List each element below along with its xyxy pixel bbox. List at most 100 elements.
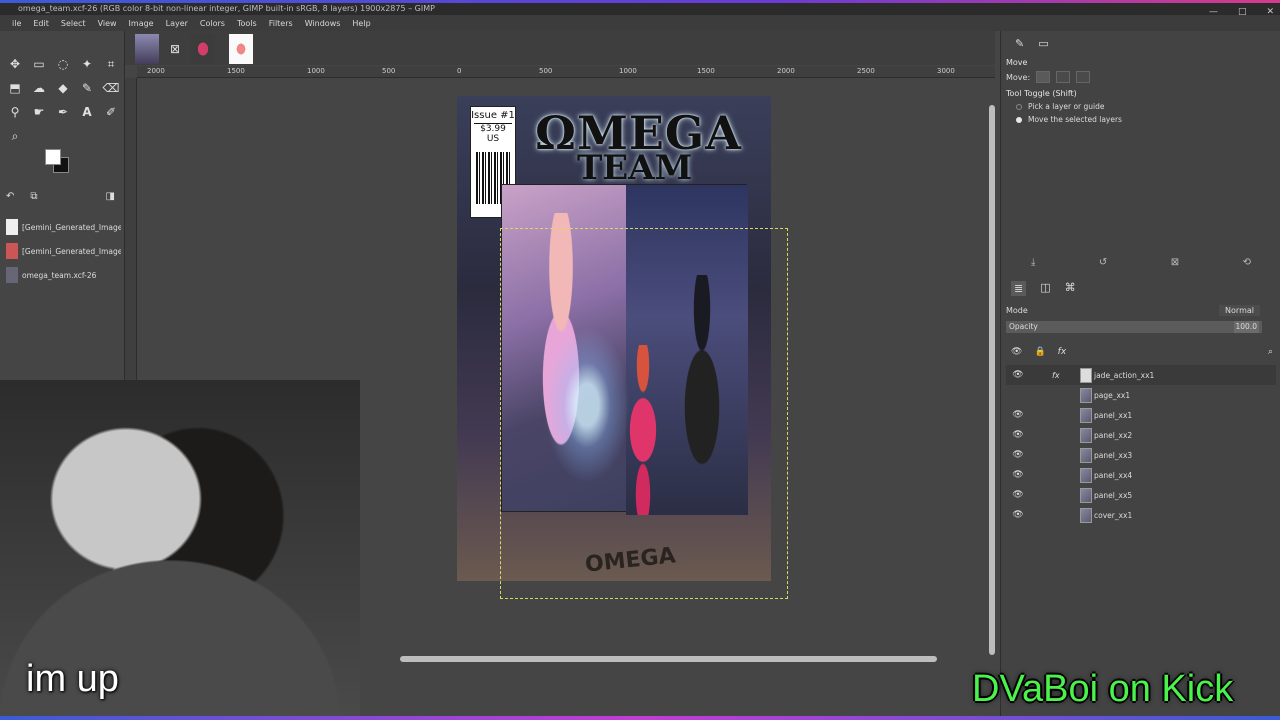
menu-filters[interactable]: Filters xyxy=(263,19,299,28)
pick-layer-option[interactable]: Pick a layer or guide xyxy=(1016,102,1276,111)
layer-search-icon[interactable]: ⌕ xyxy=(1268,347,1273,357)
layer-row[interactable]: 👁 panel_xx4 xyxy=(1006,465,1276,485)
menu-windows[interactable]: Windows xyxy=(299,19,347,28)
delete-options-icon[interactable]: ⊠ xyxy=(1171,257,1179,268)
restore-options-icon[interactable]: ↺ xyxy=(1099,257,1107,268)
ruler-tick: 1500 xyxy=(697,67,715,75)
transform-icon[interactable]: ⬒ xyxy=(6,79,24,97)
tool-options-title: Move xyxy=(1006,58,1028,67)
image-tab-omega-team[interactable] xyxy=(135,34,159,64)
channels-tab-icon[interactable]: ◫ xyxy=(1040,281,1050,296)
reset-options-icon[interactable]: ⟲ xyxy=(1243,257,1251,268)
minimize-icon[interactable]: — xyxy=(1209,6,1218,15)
ruler-tick: 1000 xyxy=(619,67,637,75)
move-layer-icon[interactable] xyxy=(1036,71,1051,83)
lock-icon[interactable]: 🔒 xyxy=(1034,347,1045,357)
layer-name: panel_xx3 xyxy=(1094,450,1133,460)
eye-icon[interactable]: 👁 xyxy=(1012,470,1024,480)
mode-select[interactable]: Normal xyxy=(1219,304,1260,316)
menu-view[interactable]: View xyxy=(92,19,123,28)
color-picker-icon[interactable]: ✐ xyxy=(102,103,120,121)
opacity-value[interactable]: 100.0 xyxy=(1233,321,1259,333)
right-dock: ✎ ▭ Move Move: Tool Toggle (Shift) Pick … xyxy=(1000,31,1280,720)
images-tab-icon[interactable]: ⧉ xyxy=(30,191,37,202)
layer-row[interactable]: 👁 panel_xx2 xyxy=(1006,425,1276,445)
image-thumbnail xyxy=(6,243,18,259)
horizontal-scrollbar[interactable] xyxy=(400,656,937,662)
close-icon[interactable]: ✕ xyxy=(1266,6,1274,15)
ruler-tick: 1500 xyxy=(227,67,245,75)
eye-icon[interactable]: 👁 xyxy=(1012,450,1024,460)
layer-boundary xyxy=(500,228,788,599)
undo-history-icon[interactable]: ↶ xyxy=(6,191,14,202)
image-tab-gemini-2[interactable] xyxy=(229,34,253,64)
image-tab-gemini-1[interactable] xyxy=(191,34,215,64)
vertical-scrollbar[interactable] xyxy=(989,105,995,655)
ruler-tick: 500 xyxy=(382,67,396,75)
eye-icon[interactable]: 👁 xyxy=(1012,410,1024,420)
list-item[interactable]: omega_team.xcf-26 xyxy=(6,263,121,287)
clone-icon[interactable]: ⚲ xyxy=(6,103,24,121)
images-list: [Gemini_Generated_Image_c [Gemini_Genera… xyxy=(6,215,121,287)
layer-row[interactable]: 👁 panel_xx1 xyxy=(1006,405,1276,425)
tool-options-actions: ⤓ ↺ ⊠ ⟲ xyxy=(1031,257,1251,268)
tool-options: Move Move: Tool Toggle (Shift) Pick a la… xyxy=(1006,58,1276,124)
eraser-icon[interactable]: ⌫ xyxy=(102,79,120,97)
fx-icon[interactable]: fx xyxy=(1052,371,1060,380)
lasso-icon[interactable]: ◌ xyxy=(54,55,72,73)
layers-dock-tabs: ≣ ◫ ⌘ xyxy=(1011,281,1076,296)
move-tool-icon[interactable]: ✥ xyxy=(6,55,24,73)
menu-file[interactable]: ile xyxy=(6,19,27,28)
rect-select-icon[interactable]: ▭ xyxy=(30,55,48,73)
layers-tab-icon[interactable]: ≣ xyxy=(1011,281,1027,296)
paths-tab-icon[interactable]: ⌘ xyxy=(1065,281,1076,296)
layer-name: cover_xx1 xyxy=(1094,510,1133,520)
paintbrush-icon[interactable]: ✎ xyxy=(78,79,96,97)
list-item[interactable]: [Gemini_Generated_Image_ xyxy=(6,239,121,263)
move-path-icon[interactable] xyxy=(1076,71,1091,83)
eye-icon[interactable]: 👁 xyxy=(1012,490,1024,500)
dock-menu-icon[interactable]: ◨ xyxy=(106,191,115,202)
color-swatches[interactable] xyxy=(45,147,75,175)
menu-image[interactable]: Image xyxy=(123,19,160,28)
fx-header-icon: fx xyxy=(1057,347,1067,357)
menu-edit[interactable]: Edit xyxy=(27,19,55,28)
maximize-icon[interactable]: □ xyxy=(1238,6,1247,15)
opacity-slider[interactable]: Opacity 100.0 xyxy=(1006,321,1262,333)
radio-pick[interactable] xyxy=(1016,103,1022,110)
foreground-color[interactable] xyxy=(45,149,61,165)
eye-icon[interactable]: 👁 xyxy=(1012,510,1024,520)
radio-move-selected[interactable] xyxy=(1016,116,1022,123)
eye-icon[interactable]: 👁 xyxy=(1012,370,1024,380)
smudge-icon[interactable]: ☛ xyxy=(30,103,48,121)
text-tool-icon[interactable]: A xyxy=(78,103,96,121)
layer-row[interactable]: 👁 panel_xx3 xyxy=(1006,445,1276,465)
menu-select[interactable]: Select xyxy=(55,19,92,28)
ruler-tick: 500 xyxy=(539,67,553,75)
path-icon[interactable]: ✒ xyxy=(54,103,72,121)
menu-help[interactable]: Help xyxy=(346,19,376,28)
image-tab-close-icon[interactable]: ⊠ xyxy=(163,34,187,64)
move-selected-option[interactable]: Move the selected layers xyxy=(1016,115,1276,124)
menu-tools[interactable]: Tools xyxy=(231,19,263,28)
layer-row[interactable]: 👁 panel_xx5 xyxy=(1006,485,1276,505)
crop-icon[interactable]: ⌗ xyxy=(102,55,120,73)
save-options-icon[interactable]: ⤓ xyxy=(1031,257,1035,268)
layer-row[interactable]: 👁 fx jade_action_xx1 xyxy=(1006,365,1276,385)
window-controls: — □ ✕ xyxy=(1209,6,1274,15)
warp-icon[interactable]: ☁ xyxy=(30,79,48,97)
layer-row[interactable]: 👁 cover_xx1 xyxy=(1006,505,1276,525)
move-selection-icon[interactable] xyxy=(1056,71,1071,83)
device-tab-icon[interactable]: ▭ xyxy=(1038,37,1048,50)
eye-icon[interactable]: 👁 xyxy=(1012,430,1024,440)
menu-colors[interactable]: Colors xyxy=(194,19,231,28)
brush-tab-icon[interactable]: ✎ xyxy=(1015,37,1024,50)
fuzzy-select-icon[interactable]: ✦ xyxy=(78,55,96,73)
list-item[interactable]: [Gemini_Generated_Image_c xyxy=(6,215,121,239)
move-mode-label: Move: xyxy=(1006,72,1031,82)
menu-layer[interactable]: Layer xyxy=(160,19,194,28)
zoom-icon[interactable]: ⌕ xyxy=(6,127,24,145)
bucket-fill-icon[interactable]: ◆ xyxy=(54,79,72,97)
layer-row[interactable]: page_xx1 xyxy=(1006,385,1276,405)
issue-number: Issue #1 xyxy=(471,110,515,121)
